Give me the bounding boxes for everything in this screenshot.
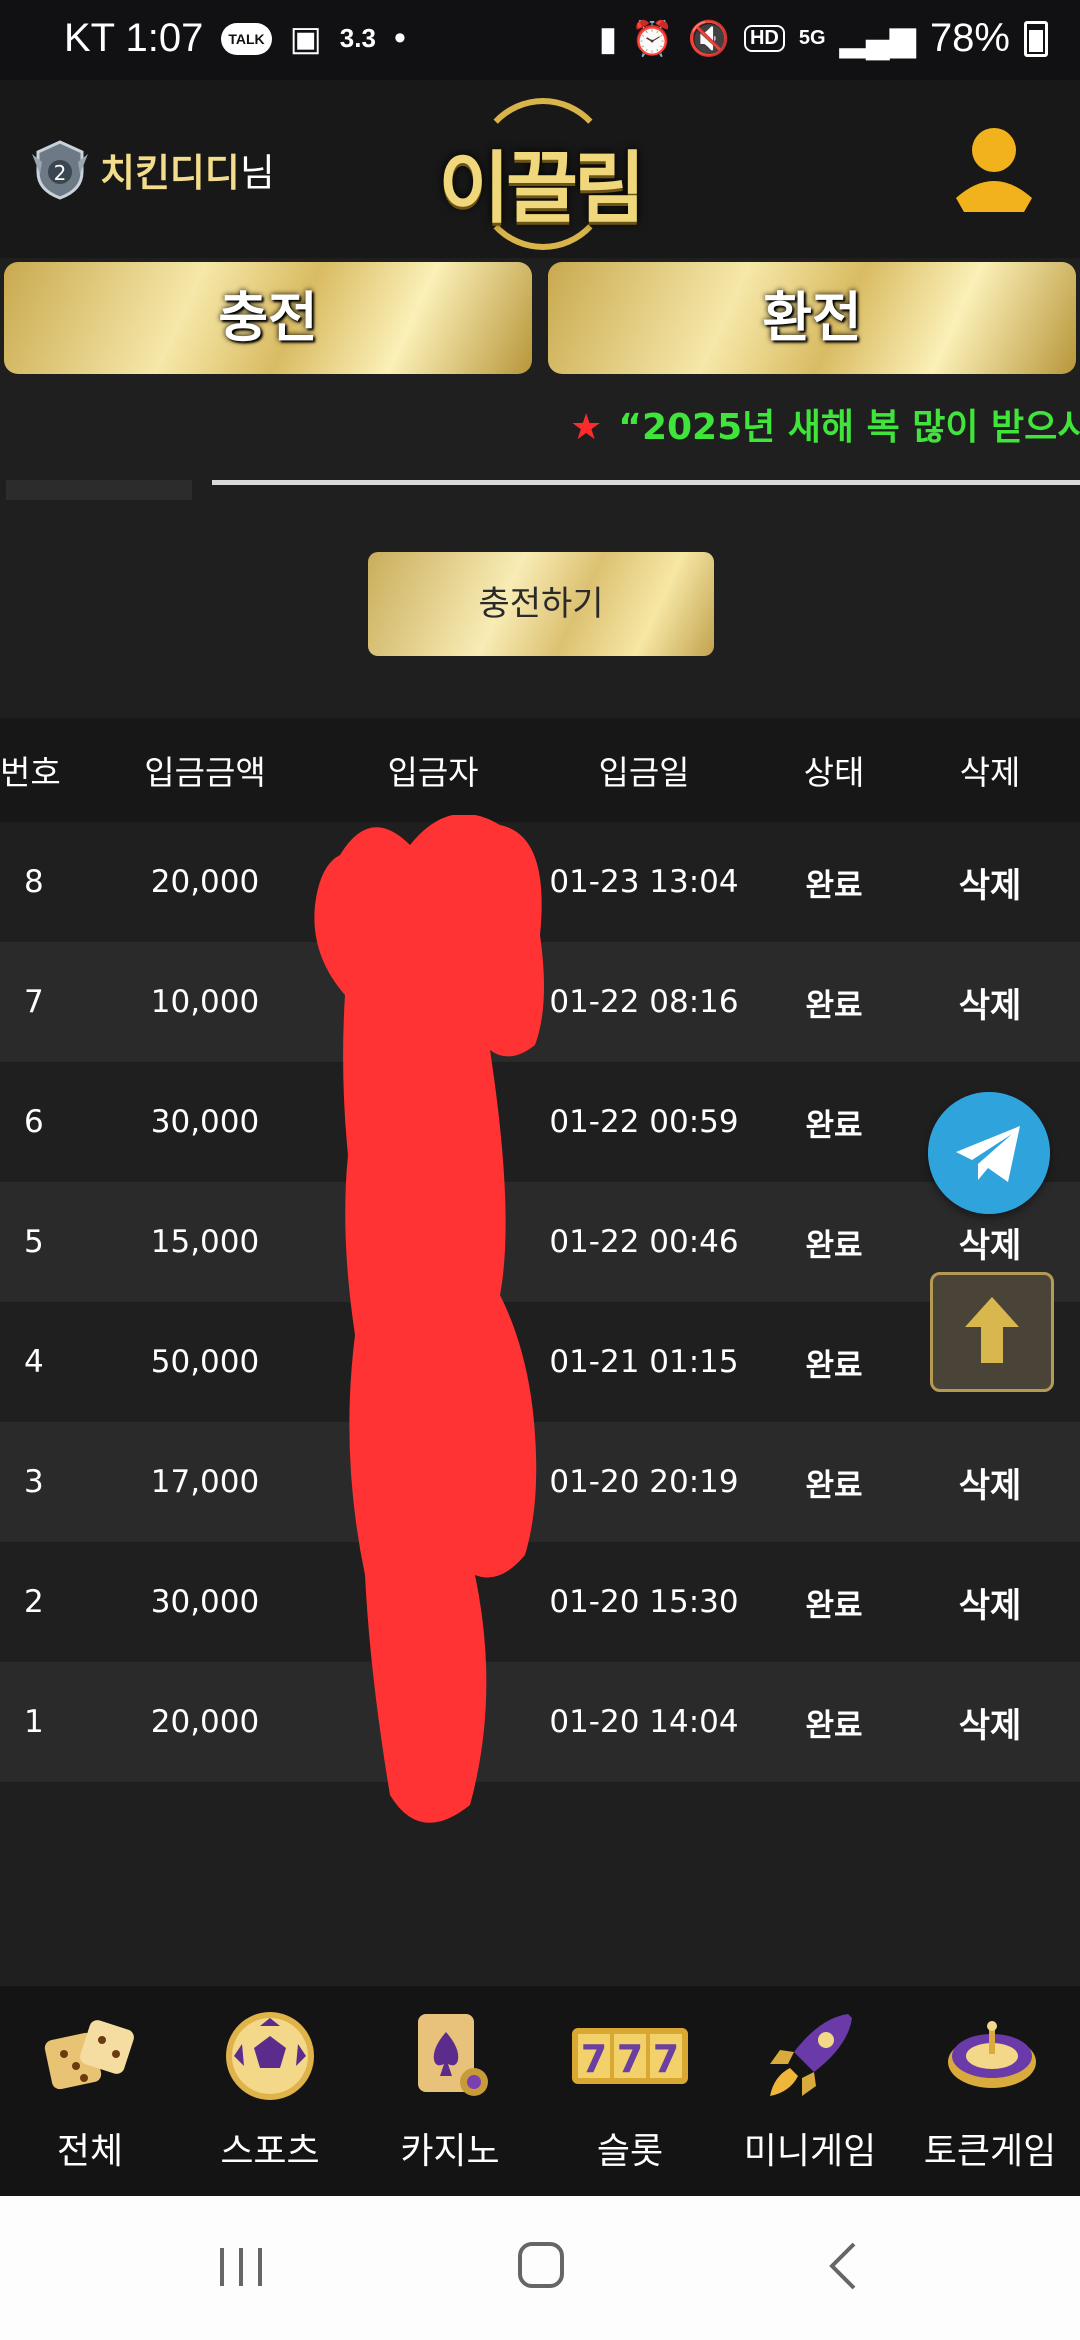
site-logo[interactable]: 이끌림 [430, 92, 650, 252]
status-bar: KT 1:07 TALK ▣ 3.3 • ▮ ⏰ 🔇 HD 5G ▂▄▆ 78% [0, 0, 1080, 80]
row-delete-button[interactable]: 삭제 [900, 1458, 1080, 1507]
deposit-button[interactable]: 충전 [4, 262, 532, 374]
logo-text: 이끌림 [438, 144, 645, 234]
nav-label-token-game: 토큰게임 [923, 2131, 1057, 2172]
nav-item-token-game[interactable]: 토큰게임 [900, 1986, 1080, 2196]
battery-icon [1024, 20, 1048, 57]
alarm-icon: ⏰ [631, 19, 674, 58]
row-status: 완료 [805, 1707, 863, 1744]
app-header: 2 치킨디디님 이끌림 [0, 80, 1080, 258]
row-no: 6 [24, 1104, 44, 1140]
redaction-scribble [314, 815, 544, 1823]
username-text: 치킨디디 [100, 151, 240, 195]
soccer-ball-icon [226, 2012, 314, 2100]
row-status: 완료 [805, 987, 863, 1024]
slot-777-icon: 7 7 7 [572, 2028, 688, 2084]
row-status: 완료 [805, 1107, 863, 1144]
row-delete-button[interactable]: 삭제 [900, 1578, 1080, 1627]
row-no: 7 [24, 984, 44, 1020]
withdraw-button[interactable]: 환전 [548, 262, 1076, 374]
arrow-up-icon [965, 1297, 1019, 1363]
status-left: KT 1:07 TALK ▣ 3.3 • [64, 16, 406, 61]
notice-marquee: ★ “2025년 새해 복 많이 받으시고 [0, 390, 1080, 460]
svg-text:7: 7 [653, 2037, 679, 2081]
header-depositor: 입금자 [387, 753, 479, 792]
row-no: 5 [24, 1224, 44, 1260]
carrier-time: KT 1:07 [64, 16, 204, 60]
dice-icon [44, 2020, 134, 2090]
mute-icon: 🔇 [687, 19, 730, 58]
battery-saver-icon: ▮ [598, 19, 618, 58]
table-header: 번호 입금금액 입금자 입금일 상태 삭제 [0, 718, 1080, 822]
row-delete-button[interactable]: 삭제 [900, 978, 1080, 1027]
header-date: 입금일 [598, 753, 690, 792]
nav-item-all[interactable]: 전체 [0, 1986, 180, 2196]
profile-icon[interactable] [952, 120, 1036, 216]
signal-icon: ▂▄▆ [839, 19, 916, 58]
nav-item-sports[interactable]: 스포츠 [180, 1986, 360, 2196]
star-icon: ★ [570, 407, 603, 448]
notice-text: “2025년 새해 복 많이 받으시고 [618, 407, 1080, 448]
username-suffix: 님 [239, 151, 275, 195]
recent-apps-icon[interactable] [206, 2236, 276, 2296]
level-badge-icon: 2 [32, 140, 88, 200]
roulette-icon [948, 2021, 1036, 2088]
tab-strip [0, 478, 1080, 500]
row-delete-button[interactable]: 삭제 [900, 1218, 1080, 1267]
charge-request-button[interactable]: 충전하기 [368, 552, 714, 656]
nav-item-minigame[interactable]: 미니게임 [720, 1986, 900, 2196]
header-amount: 입금금액 [144, 753, 266, 792]
battery-percent: 78% [929, 16, 1010, 60]
nav-label-slot: 슬롯 [596, 2131, 664, 2172]
svg-text:7: 7 [581, 2037, 607, 2081]
dot-icon: • [393, 19, 406, 57]
header-status: 상태 [803, 753, 865, 792]
row-no: 8 [24, 864, 44, 900]
svg-text:7: 7 [617, 2037, 643, 2081]
row-status: 완료 [805, 867, 863, 904]
kakaotalk-icon: TALK [221, 22, 272, 55]
row-delete-button[interactable]: 삭제 [900, 858, 1080, 907]
network-5g-icon: 5G [798, 27, 826, 49]
row-no: 1 [24, 1704, 44, 1740]
nav-label-sports: 스포츠 [220, 2131, 320, 2172]
bottom-game-nav: 전체 스포츠 카지노 7 7 7 슬롯 미니게임 토큰게임 [0, 1986, 1080, 2196]
row-no: 3 [24, 1464, 44, 1500]
nav-label-all: 전체 [56, 2131, 124, 2172]
gallery-icon: ▣ [289, 19, 322, 58]
system-nav-bar [0, 2196, 1080, 2340]
row-status: 완료 [805, 1227, 863, 1264]
row-status: 완료 [805, 1587, 863, 1624]
nav-item-slot[interactable]: 7 7 7 슬롯 [540, 1986, 720, 2196]
row-no: 4 [24, 1344, 44, 1380]
nav-label-casino: 카지노 [400, 2131, 500, 2172]
nav-item-casino[interactable]: 카지노 [360, 1986, 540, 2196]
back-icon[interactable] [810, 2236, 880, 2296]
scroll-to-top-button[interactable] [930, 1272, 1054, 1392]
svg-text:2: 2 [54, 161, 67, 185]
row-status: 완료 [805, 1347, 863, 1384]
status-right: ▮ ⏰ 🔇 HD 5G ▂▄▆ 78% [599, 16, 1048, 61]
tab-indicator-line [212, 480, 1080, 485]
nav-label-minigame: 미니게임 [743, 2131, 877, 2172]
row-no: 2 [24, 1584, 44, 1620]
row-delete-button[interactable]: 삭제 [900, 1698, 1080, 1747]
telegram-icon[interactable] [928, 1092, 1050, 1214]
header-delete: 삭제 [959, 753, 1021, 792]
rocket-icon [770, 2014, 852, 2096]
home-icon[interactable] [506, 2236, 576, 2296]
header-no: 번호 [0, 753, 61, 792]
playing-card-icon [418, 2014, 488, 2096]
username: 치킨디디님 [100, 142, 275, 197]
hd-icon: HD [743, 25, 785, 52]
row-status: 완료 [805, 1467, 863, 1504]
notice-text-wrap: ★ “2025년 새해 복 많이 받으시고 [570, 398, 1080, 450]
tab-indicator-block[interactable] [6, 480, 192, 500]
data-speed: 3.3 [339, 23, 376, 53]
